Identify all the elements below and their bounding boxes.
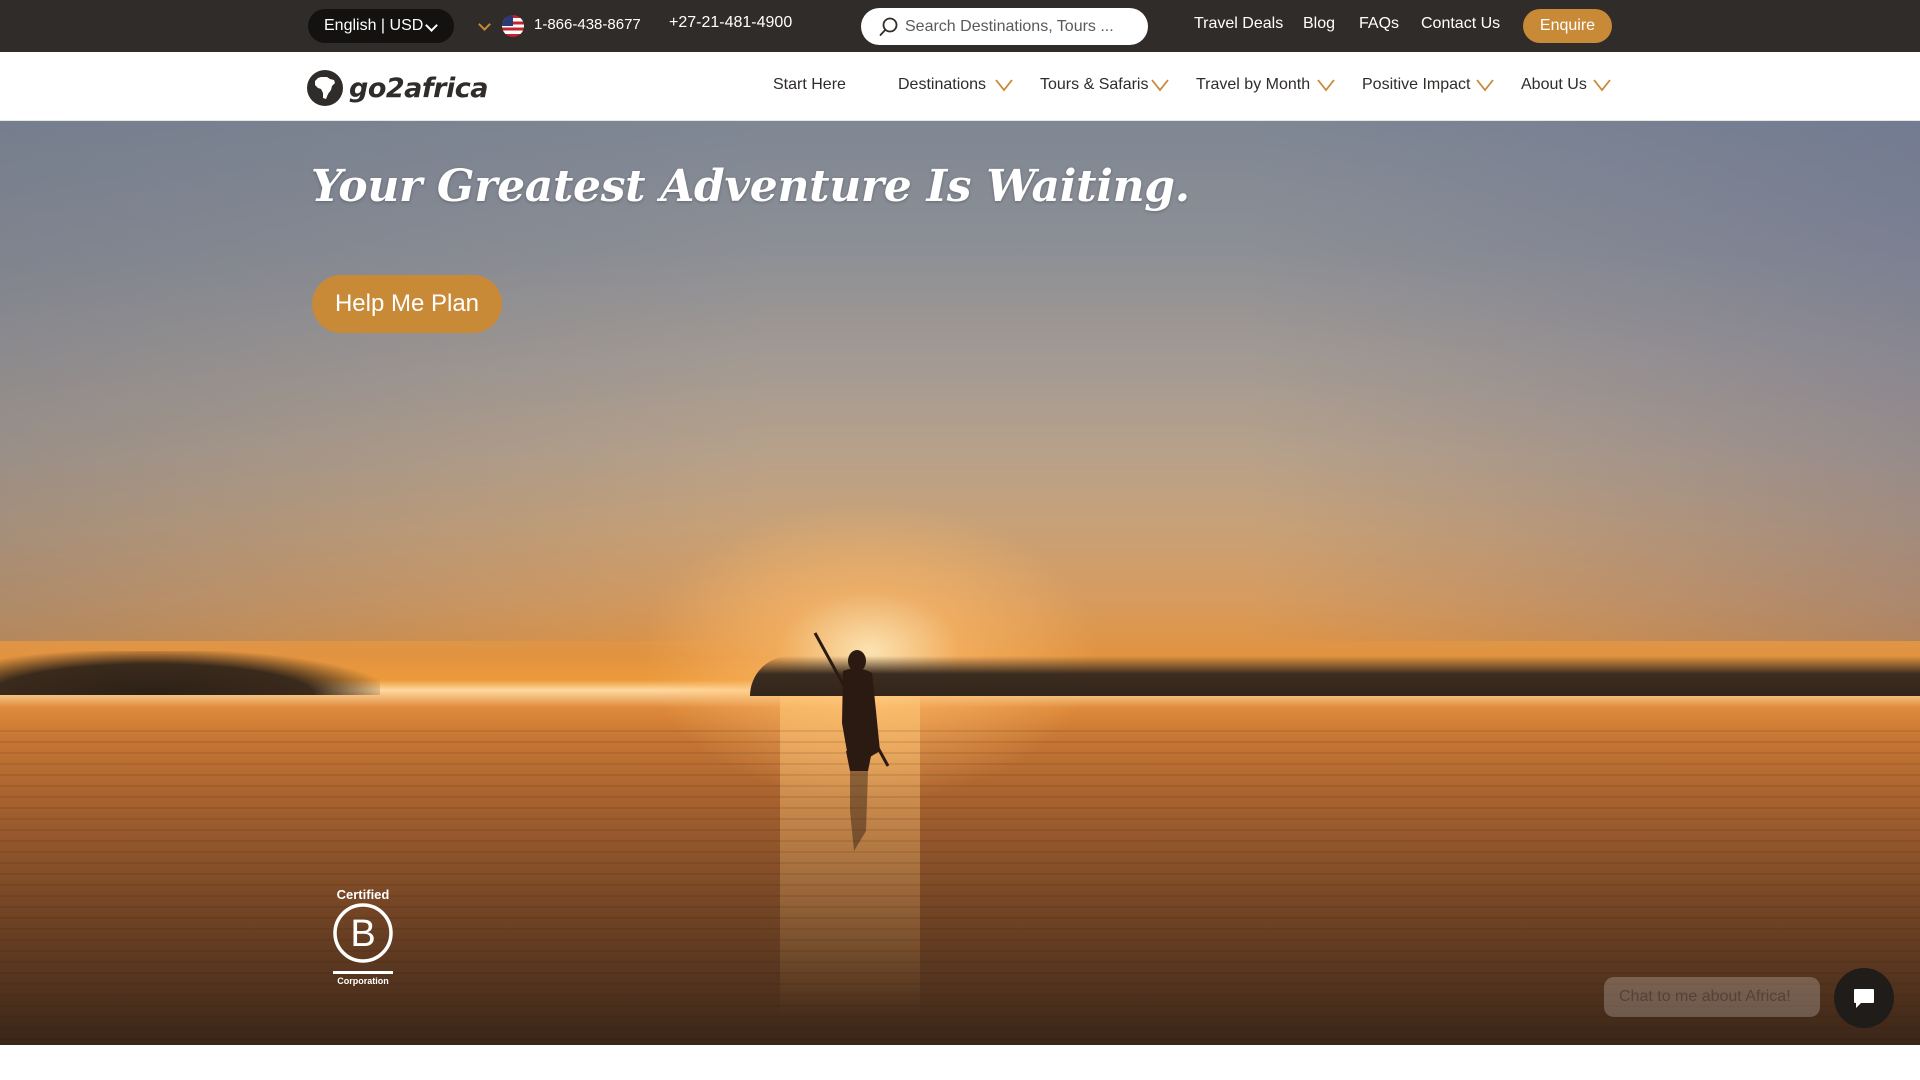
phone-country-chevron-down-icon[interactable] — [478, 18, 491, 31]
chevron-down-icon[interactable] — [1151, 77, 1169, 93]
chevron-down-icon[interactable] — [1593, 77, 1611, 93]
africa-logo-icon — [307, 70, 343, 106]
canoeist-silhouette — [813, 632, 890, 851]
logo-wordmark: go2africa — [349, 72, 488, 104]
language-currency-selector[interactable]: English | USD — [308, 9, 454, 43]
search-box — [861, 8, 1148, 45]
language-currency-label: English | USD — [324, 17, 424, 34]
nav-start-here[interactable]: Start Here — [773, 76, 846, 94]
hero-shoreline-left — [0, 651, 380, 695]
search-icon — [879, 17, 898, 36]
page-below-fold — [0, 1045, 1920, 1080]
chevron-down-icon[interactable] — [995, 77, 1013, 93]
logo[interactable]: go2africa — [307, 70, 488, 106]
faqs-link[interactable]: FAQs — [1359, 15, 1399, 33]
help-me-plan-button[interactable]: Help Me Plan — [312, 275, 502, 333]
main-navigation: go2africa Start Here Destinations Tours … — [0, 52, 1920, 121]
chat-launcher-button[interactable] — [1834, 968, 1894, 1028]
enquire-button[interactable]: Enquire — [1523, 9, 1612, 43]
svg-text:B: B — [350, 913, 375, 955]
us-flag-icon — [502, 15, 524, 37]
hero-shoreline-right — [750, 656, 1920, 696]
top-utility-bar: English | USD 1-866-438-8677 +27-21-481-… — [0, 0, 1920, 52]
nav-tours-safaris[interactable]: Tours & Safaris — [1040, 76, 1148, 94]
chat-bubble-icon — [1854, 989, 1874, 1008]
chat-prompt[interactable]: Chat to me about Africa! — [1604, 977, 1820, 1017]
nav-destinations[interactable]: Destinations — [898, 76, 986, 94]
phone-us-link[interactable]: 1-866-438-8677 — [534, 16, 641, 33]
phone-intl-link[interactable]: +27-21-481-4900 — [669, 14, 792, 32]
blog-link[interactable]: Blog — [1303, 15, 1335, 33]
bcorp-corporation-label: Corporation — [337, 976, 389, 986]
chevron-down-icon — [425, 19, 438, 32]
chevron-down-icon[interactable] — [1317, 77, 1335, 93]
travel-deals-link[interactable]: Travel Deals — [1194, 15, 1283, 33]
certified-b-corp-badge[interactable]: Certified B Corporation — [328, 887, 398, 995]
contact-us-link[interactable]: Contact Us — [1421, 15, 1500, 33]
chevron-down-icon[interactable] — [1476, 77, 1494, 93]
hero-banner: Your Greatest Adventure Is Waiting. Help… — [0, 121, 1920, 1045]
b-corp-logo-icon: B — [333, 903, 393, 963]
bcorp-certified-label: Certified — [336, 887, 390, 902]
nav-travel-by-month[interactable]: Travel by Month — [1196, 76, 1310, 94]
hero-title: Your Greatest Adventure Is Waiting. — [311, 161, 1190, 212]
nav-about-us[interactable]: About Us — [1521, 76, 1587, 94]
nav-positive-impact[interactable]: Positive Impact — [1362, 76, 1470, 94]
search-input[interactable] — [905, 8, 1135, 45]
